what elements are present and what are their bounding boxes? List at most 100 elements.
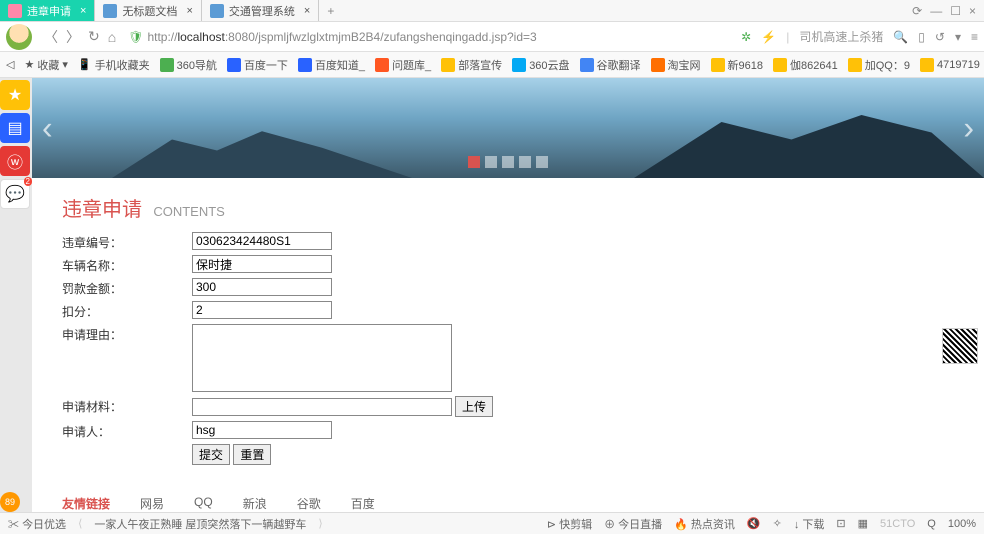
maximize-icon[interactable]: ☐ [950, 4, 961, 18]
main-content: ‹ › 违章申请 CONTENTS 违章编号： 车辆名称： 罚款金额： [32, 78, 984, 512]
bm-guge[interactable]: 谷歌翻译 [580, 57, 641, 73]
expand-icon[interactable]: ◁ [6, 58, 14, 71]
bookmarks-bar: ◁ ★ 收藏 ▾ 📱 手机收藏夹 360导航 百度一下 百度知道_ 问题库_ 部… [0, 52, 984, 78]
label-fine: 罚款金额： [62, 278, 192, 297]
label-reason: 申请理由： [62, 324, 192, 343]
minimize-icon[interactable]: — [930, 4, 942, 18]
reset-button[interactable]: 重置 [233, 444, 271, 465]
new-tab-button[interactable]: + [319, 0, 342, 21]
hot-news[interactable]: 🔥 热点资讯 [674, 516, 735, 532]
ratio-icon[interactable]: Q [927, 518, 936, 530]
menu-icon[interactable]: ≡ [971, 30, 978, 44]
dot-3[interactable] [519, 156, 531, 168]
quick-edit[interactable]: ⊳ 快剪辑 [547, 516, 592, 532]
bm-qq[interactable]: 加QQ：9 [848, 57, 910, 73]
mute-icon[interactable]: 🔇 [747, 517, 761, 530]
bm-fav[interactable]: ★ 收藏 ▾ [24, 57, 67, 73]
carousel-dots [468, 156, 548, 168]
carousel-next[interactable]: › [963, 110, 974, 147]
side-star-icon[interactable]: ★ [0, 80, 30, 110]
page-subtitle: CONTENTS [153, 204, 225, 219]
label-id: 违章编号： [62, 232, 192, 251]
input-vehicle[interactable] [192, 255, 332, 273]
forward-button[interactable]: 〉 [66, 27, 80, 47]
input-points[interactable] [192, 301, 332, 319]
bm-baidu[interactable]: 百度一下 [227, 57, 288, 73]
live-today[interactable]: ⊕ 今日直播 [604, 516, 662, 532]
left-sidebar: ★ ▤ ⓦ 💬2 [0, 78, 32, 209]
download[interactable]: ↓ 下载 [794, 516, 825, 532]
close-icon[interactable]: × [304, 5, 310, 17]
dot-2[interactable] [502, 156, 514, 168]
dot-0[interactable] [468, 156, 480, 168]
bm-taobao[interactable]: 淘宝网 [651, 57, 701, 73]
input-fine[interactable] [192, 278, 332, 296]
bm-862641[interactable]: 伽862641 [773, 57, 838, 73]
label-applicant: 申请人： [62, 421, 192, 440]
flash-icon[interactable]: ⚡ [761, 30, 776, 44]
bm-4719719[interactable]: 4719719 [920, 58, 980, 72]
carousel-prev[interactable]: ‹ [42, 110, 53, 147]
link-2[interactable]: 新浪 [243, 495, 267, 512]
input-material[interactable] [192, 398, 452, 416]
form: 违章编号： 车辆名称： 罚款金额： 扣分： 申请理由： 申请材料： [62, 232, 954, 465]
tab-0[interactable]: 违章申请 × [0, 0, 95, 21]
close-icon[interactable]: × [186, 5, 192, 17]
refresh-icon[interactable]: ↺ [935, 30, 945, 44]
zoom[interactable]: 100% [948, 518, 976, 530]
tool-icon[interactable]: ▯ [918, 30, 925, 44]
qr-code[interactable] [942, 328, 978, 364]
tab-label: 违章申请 [27, 3, 71, 19]
bm-360nav[interactable]: 360导航 [160, 57, 217, 73]
status-bar: ✂ 今日优选 ⟨ 一家人午夜正熟睡 屋顶突然落下一辆越野车 ⟩ ⊳ 快剪辑 ⊕ … [0, 512, 984, 534]
url-prefix: http:// [147, 30, 177, 44]
avatar[interactable] [6, 24, 32, 50]
submit-button[interactable]: 提交 [192, 444, 230, 465]
pip-icon[interactable]: ⊡ [836, 517, 845, 530]
link-4[interactable]: 百度 [351, 495, 375, 512]
dot-4[interactable] [536, 156, 548, 168]
dot-1[interactable] [485, 156, 497, 168]
reload-button[interactable]: ↻ [88, 28, 100, 45]
tab-label: 交通管理系统 [229, 3, 295, 19]
bm-buluo[interactable]: 部落宣传 [441, 57, 502, 73]
input-applicant[interactable] [192, 421, 332, 439]
banner: ‹ › [32, 78, 984, 178]
side-weibo-icon[interactable]: ⓦ [0, 146, 30, 176]
link-1[interactable]: QQ [194, 495, 213, 512]
bm-baiduzhi[interactable]: 百度知道_ [298, 57, 365, 73]
tab-2[interactable]: 交通管理系统 × [202, 0, 319, 21]
upload-button[interactable]: 上传 [455, 396, 493, 417]
back-button[interactable]: 〈 [44, 27, 58, 47]
url-rest: :8080/jspmljfwzlglxtmjmB2B4/zufangshenqi… [225, 30, 537, 44]
ext-icon[interactable]: ✲ [741, 30, 751, 44]
tab-favicon [210, 4, 224, 18]
friend-links: 友情链接 网易 QQ 新浪 谷歌 百度 [62, 485, 954, 512]
stamp: 51CTO [880, 518, 915, 530]
today-pick[interactable]: ✂ 今日优选 [8, 516, 66, 532]
news-ticker[interactable]: 一家人午夜正熟睡 屋顶突然落下一辆越野车 [94, 516, 306, 532]
app-icon[interactable]: ▦ [858, 517, 868, 530]
link-0[interactable]: 网易 [140, 495, 164, 512]
address-bar[interactable]: 🛡 http:// localhost :8080/jspmljfwzlglxt… [124, 26, 733, 48]
link-3[interactable]: 谷歌 [297, 495, 321, 512]
close-icon[interactable]: × [969, 4, 976, 18]
home-button[interactable]: ⌂ [108, 29, 116, 45]
search-icon[interactable]: 🔍 [893, 30, 908, 44]
chevron-down-icon[interactable]: ▾ [955, 30, 961, 44]
close-icon[interactable]: × [80, 5, 86, 17]
sync-icon[interactable]: ⟳ [912, 4, 922, 18]
side-doc-icon[interactable]: ▤ [0, 113, 30, 143]
bm-9618[interactable]: 新9618 [711, 57, 763, 73]
input-reason[interactable] [192, 324, 452, 392]
side-chat-icon[interactable]: 💬2 [0, 179, 30, 209]
tab-1[interactable]: 无标题文档 × [95, 0, 201, 21]
search-hint[interactable]: 司机高速上杀猪 [799, 28, 883, 45]
tool-icon[interactable]: ✧ [773, 517, 782, 530]
notif-badge[interactable]: 89 [0, 492, 20, 512]
bm-mobile[interactable]: 📱 手机收藏夹 [78, 57, 150, 73]
bm-360yun[interactable]: 360云盘 [512, 57, 569, 73]
bm-wenti[interactable]: 问题库_ [375, 57, 431, 73]
browser-tabs: 违章申请 × 无标题文档 × 交通管理系统 × + ⟳ — ☐ × [0, 0, 984, 22]
input-id[interactable] [192, 232, 332, 250]
